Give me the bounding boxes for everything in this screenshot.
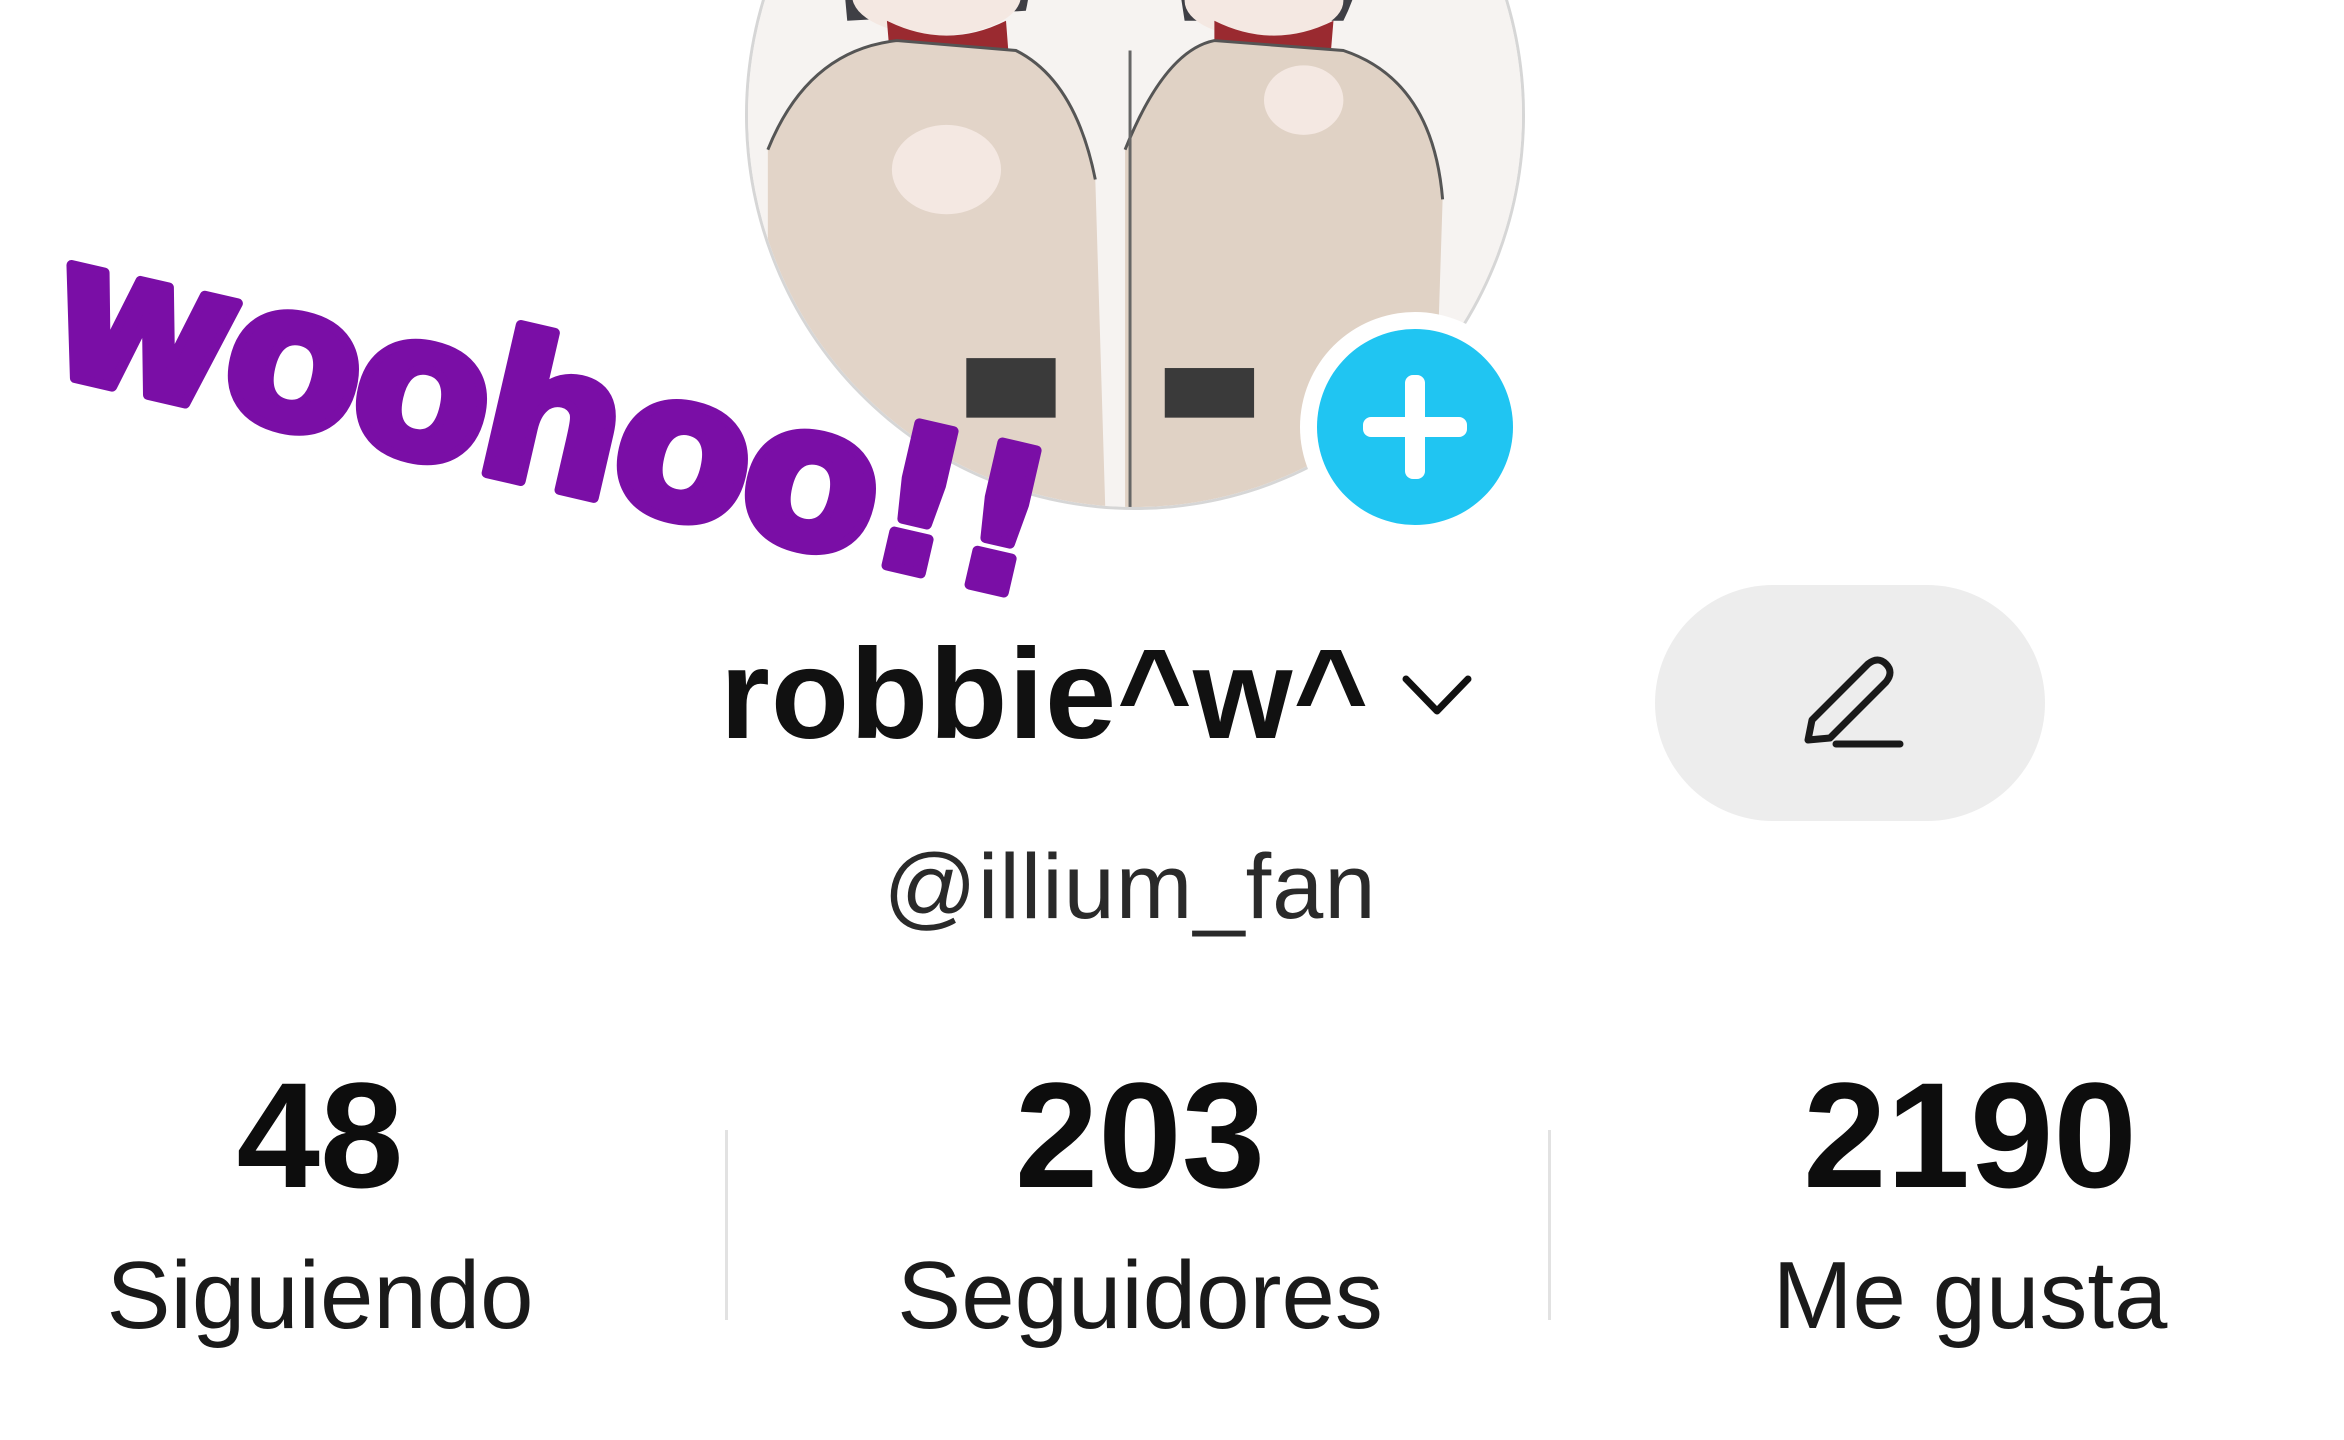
plus-icon	[1317, 329, 1513, 525]
stat-divider	[1548, 1130, 1551, 1320]
stat-followers[interactable]: 203 Seguidores	[840, 1060, 1440, 1344]
display-name: robbie^w^	[720, 623, 1370, 766]
following-count: 48	[236, 1051, 404, 1219]
stat-following[interactable]: 48 Siguiendo	[20, 1060, 620, 1344]
display-name-row: robbie^w^	[720, 630, 1477, 760]
username: @illium_fan	[883, 836, 1377, 938]
followers-count: 203	[1014, 1051, 1266, 1219]
likes-label: Me gusta	[1772, 1242, 2168, 1349]
followers-label: Seguidores	[897, 1242, 1383, 1349]
following-label: Siguiendo	[106, 1242, 534, 1349]
pencil-icon	[1804, 656, 1904, 748]
stat-divider	[725, 1130, 728, 1320]
profile-stats: 48 Siguiendo 203 Seguidores 2190 Me gust…	[0, 1060, 2344, 1360]
profile-screen: woohoo!! robbie^w^ @illium_fan 48 Siguie…	[0, 0, 2344, 1440]
likes-count: 2190	[1803, 1051, 2137, 1219]
woohoo-sticker: woohoo!!	[20, 185, 1072, 649]
sticker-text: woohoo!!	[29, 190, 1067, 644]
edit-profile-button[interactable]	[1655, 585, 2045, 821]
add-story-button[interactable]	[1300, 312, 1530, 542]
stat-likes[interactable]: 2190 Me gusta	[1660, 1060, 2280, 1344]
chevron-down-icon[interactable]	[1397, 655, 1477, 735]
